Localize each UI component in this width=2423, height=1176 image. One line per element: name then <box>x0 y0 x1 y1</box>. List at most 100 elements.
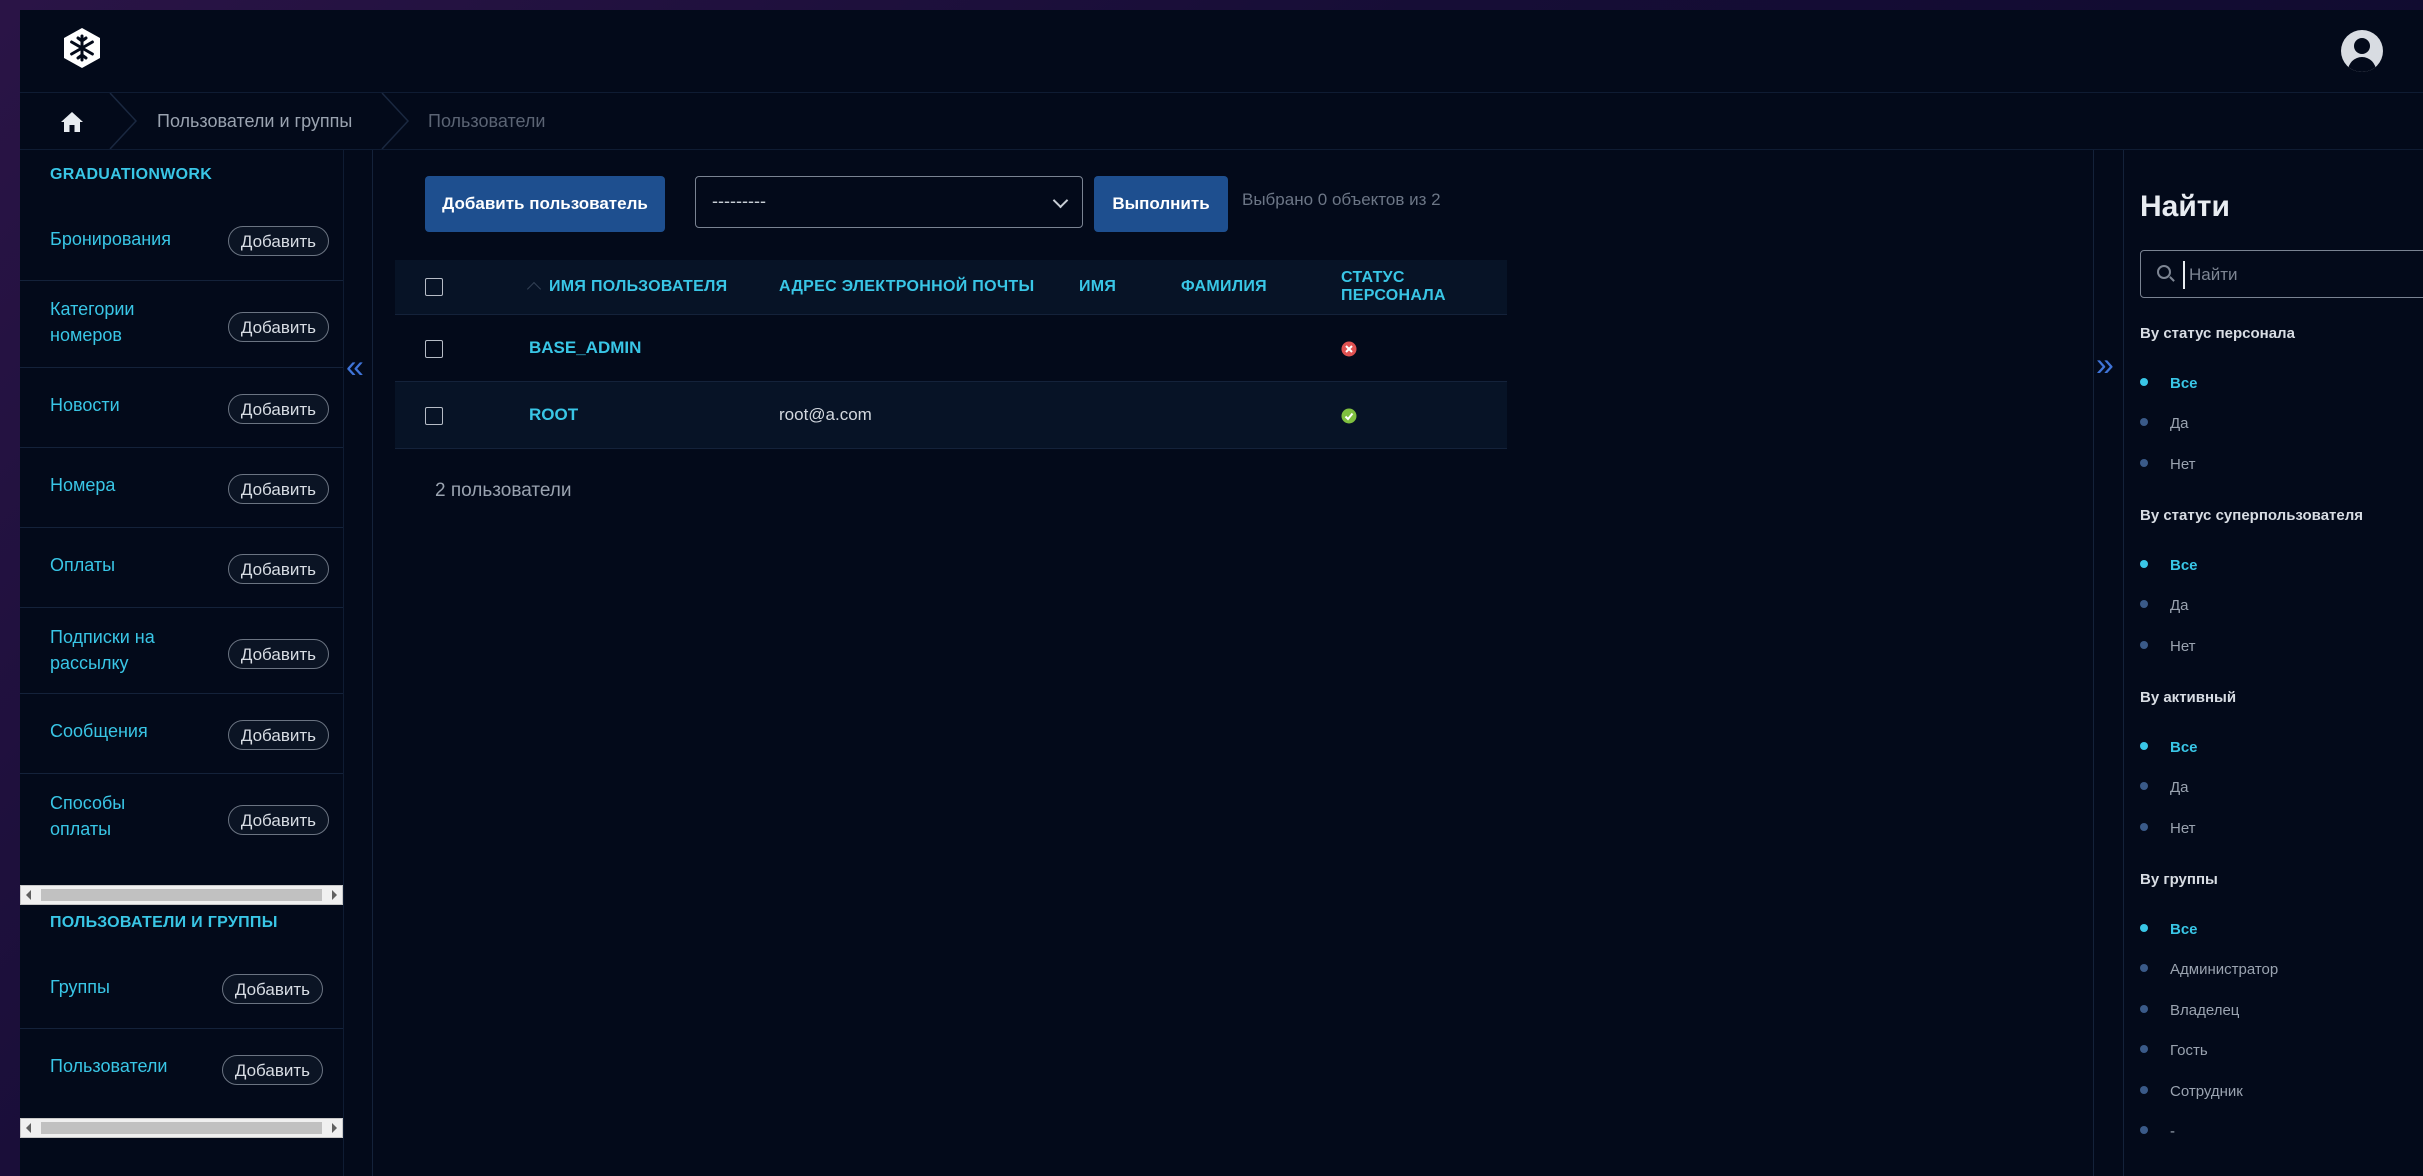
column-header-first-name[interactable]: ИМЯ <box>1069 260 1171 315</box>
sidebar-add-button[interactable]: Добавить <box>227 554 329 584</box>
sidebar-add-button[interactable]: Добавить <box>227 474 329 504</box>
module-title-users-groups[interactable]: ПОЛЬЗОВАТЕЛИ И ГРУППЫ <box>50 914 278 932</box>
sidebar-add-button[interactable]: Добавить <box>227 226 329 256</box>
sidebar-add-button[interactable]: Добавить <box>227 639 329 669</box>
filter-option[interactable]: Все <box>2140 375 2198 392</box>
filter-option[interactable]: Администратор <box>2140 961 2278 978</box>
filter-search-input[interactable] <box>2183 261 2421 289</box>
filter-option[interactable]: Все <box>2140 921 2198 938</box>
scrollbar-thumb[interactable] <box>41 1122 322 1134</box>
filter-option-label: Владелец <box>2170 1002 2240 1019</box>
sidebar-item-subscriptions: Подписки на рассылку Добавить <box>20 608 343 694</box>
first-name-cell <box>1069 381 1171 449</box>
chevron-down-icon <box>1052 192 1069 209</box>
filter-option[interactable]: Сотрудник <box>2140 1083 2243 1100</box>
breadcrumb-users-groups[interactable]: Пользователи и группы <box>157 111 352 132</box>
filter-option-label: Да <box>2170 597 2189 614</box>
filter-option-label: Администратор <box>2170 961 2279 978</box>
filter-option[interactable]: Гость <box>2140 1042 2208 1059</box>
avatar-body <box>2348 57 2376 72</box>
home-icon[interactable] <box>60 111 84 133</box>
bullet-icon <box>2140 924 2148 933</box>
breadcrumb-separator <box>109 93 138 149</box>
column-header-label: АДРЕС ЭЛЕКТРОННОЙ ПОЧТЫ <box>779 278 1035 295</box>
sidebar-horizontal-scrollbar[interactable] <box>20 885 343 905</box>
filter-option[interactable]: Все <box>2140 739 2198 756</box>
bullet-icon <box>2140 823 2148 832</box>
staff-status-cell <box>1331 314 1507 382</box>
filter-group-title: By активный <box>2140 689 2237 706</box>
bullet-icon <box>2140 782 2148 791</box>
filter-title: Найти <box>2140 190 2230 223</box>
username-link[interactable]: BASE_ADMIN <box>529 338 641 357</box>
filter-search-box <box>2140 250 2423 298</box>
collapse-sidebar-icon[interactable]: « <box>346 348 364 385</box>
scroll-left-arrow-icon[interactable] <box>26 1123 31 1133</box>
filter-option[interactable]: Да <box>2140 415 2189 432</box>
sidebar-item-payments: Оплаты Добавить <box>20 528 343 608</box>
scrollbar-thumb[interactable] <box>41 889 322 901</box>
snowflake-hexagon-logo-icon[interactable] <box>60 26 104 70</box>
run-action-button[interactable]: Выполнить <box>1094 176 1228 232</box>
bullet-icon <box>2140 742 2148 751</box>
sidebar-add-button[interactable]: Добавить <box>227 394 329 424</box>
sidebar-item-label[interactable]: Оплаты <box>50 552 115 578</box>
filter-option-label: Все <box>2170 375 2198 392</box>
sidebar-item-label[interactable]: Номера <box>50 472 115 498</box>
filter-group-title: By группы <box>2140 871 2218 888</box>
row-checkbox[interactable] <box>425 339 443 358</box>
email-cell: root@a.com <box>769 381 1069 449</box>
sidebar-add-button[interactable]: Добавить <box>227 720 329 750</box>
sort-ascending-icon[interactable] <box>526 281 542 296</box>
action-select[interactable]: --------- <box>695 176 1083 228</box>
sidebar-item-label[interactable]: Подписки на рассылку <box>50 624 180 676</box>
sidebar-item-label[interactable]: Группы <box>50 974 110 1000</box>
select-all-checkbox[interactable] <box>425 277 443 296</box>
sidebar-add-button[interactable]: Добавить <box>221 1055 323 1085</box>
first-name-cell <box>1069 314 1171 382</box>
scroll-right-arrow-icon[interactable] <box>332 890 337 900</box>
sidebar-horizontal-scrollbar[interactable] <box>20 1118 343 1138</box>
sidebar-item-label[interactable]: Способы оплаты <box>50 790 150 842</box>
scroll-left-arrow-icon[interactable] <box>26 890 31 900</box>
row-checkbox[interactable] <box>425 406 443 425</box>
add-user-button[interactable]: Добавить пользователь <box>425 176 665 232</box>
username-cell: ROOT <box>487 381 769 449</box>
filter-option-label: Нет <box>2170 820 2196 837</box>
sidebar-item-label[interactable]: Бронирования <box>50 226 171 252</box>
module-title-graduationwork[interactable]: GRADUATIONWORK <box>50 166 212 184</box>
filter-option-label: Да <box>2170 415 2189 432</box>
filter-option[interactable]: Все <box>2140 557 2198 574</box>
sidebar-add-button[interactable]: Добавить <box>227 312 329 342</box>
filter-option[interactable]: Владелец <box>2140 1002 2239 1019</box>
column-header-staff-status[interactable]: СТАТУС ПЕРСОНАЛА <box>1331 260 1507 315</box>
filter-option[interactable]: Да <box>2140 779 2189 796</box>
filter-option[interactable]: - <box>2140 1123 2175 1140</box>
sidebar-item-messages: Сообщения Добавить <box>20 694 343 774</box>
filter-option[interactable]: Нет <box>2140 820 2196 837</box>
column-header-last-name[interactable]: ФАМИЛИЯ <box>1171 260 1331 315</box>
column-header-label: ФАМИЛИЯ <box>1181 278 1267 295</box>
filter-option-label: Все <box>2170 739 2198 756</box>
filter-option[interactable]: Нет <box>2140 456 2196 473</box>
scroll-right-arrow-icon[interactable] <box>332 1123 337 1133</box>
bullet-icon <box>2140 1005 2148 1014</box>
sidebar-add-button[interactable]: Добавить <box>227 805 329 835</box>
filter-option[interactable]: Нет <box>2140 638 2196 655</box>
collapse-filter-icon[interactable]: » <box>2096 346 2114 383</box>
column-header-email[interactable]: АДРЕС ЭЛЕКТРОННОЙ ПОЧТЫ <box>769 260 1069 315</box>
sidebar-item-bookings: Бронирования Добавить <box>20 200 343 281</box>
filter-option[interactable]: Да <box>2140 597 2189 614</box>
sidebar-item-label[interactable]: Категории номеров <box>50 296 150 348</box>
sidebar-add-button[interactable]: Добавить <box>221 974 323 1004</box>
username-link[interactable]: ROOT <box>529 405 578 424</box>
sidebar-item-label[interactable]: Пользователи <box>50 1053 167 1079</box>
column-header-username[interactable]: ИМЯ ПОЛЬЗОВАТЕЛЯ <box>487 260 769 315</box>
user-avatar-icon[interactable] <box>2341 30 2383 72</box>
filter-group-title: By статус суперпользователя <box>2140 507 2364 524</box>
avatar-head <box>2354 38 2370 54</box>
sidebar-item-label[interactable]: Сообщения <box>50 718 148 744</box>
filter-option-label: Гость <box>2170 1042 2208 1059</box>
filter-option-label: Все <box>2170 557 2198 574</box>
sidebar-item-label[interactable]: Новости <box>50 392 120 418</box>
